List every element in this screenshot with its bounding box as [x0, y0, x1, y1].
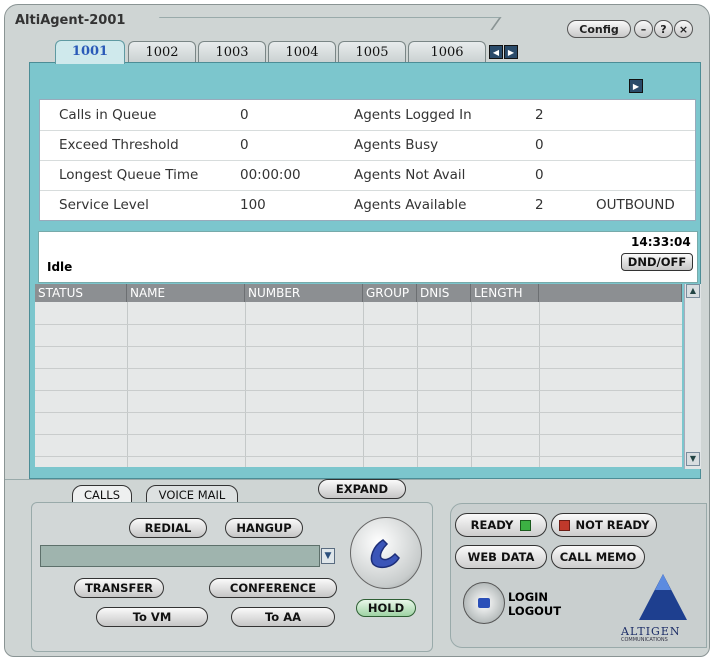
login-toggle[interactable] — [463, 582, 505, 624]
dnd-button[interactable]: DND/OFF — [621, 253, 693, 271]
queue-stats: Calls in Queue 0 Agents Logged In 2 Exce… — [39, 99, 696, 221]
expand-button[interactable]: EXPAND — [318, 479, 406, 499]
agent-status-area: Idle 14:33:04 DND/OFF — [38, 231, 698, 283]
table-row-line — [35, 324, 682, 325]
number-combo[interactable] — [40, 545, 320, 567]
grid-line — [245, 302, 246, 467]
tab-1003[interactable]: 1003 — [198, 41, 266, 63]
stats-row: Service Level 100 Agents Available 2 OUT… — [40, 190, 695, 220]
tab-1006[interactable]: 1006 — [408, 41, 486, 63]
grid-line — [363, 302, 364, 467]
table-row-line — [35, 456, 682, 457]
stat-label: Calls in Queue — [59, 107, 157, 123]
not-ready-led-icon — [558, 520, 570, 531]
column-length[interactable]: LENGTH — [471, 284, 539, 302]
tab-1005[interactable]: 1005 — [338, 41, 406, 63]
column-dnis[interactable]: DNIS — [417, 284, 471, 302]
grid-line — [417, 302, 418, 467]
stat-value: 0 — [240, 107, 249, 123]
ready-button[interactable]: READY — [455, 513, 547, 537]
hold-button[interactable]: HOLD — [356, 599, 416, 617]
chevron-down-icon[interactable]: ▼ — [321, 548, 335, 564]
stat-value: 00:00:00 — [240, 167, 301, 183]
web-data-button[interactable]: WEB DATA — [455, 545, 547, 569]
call-controls: REDIAL HANGUP ▼ TRANSFER CONFERENCE To V… — [31, 502, 433, 652]
ready-led-icon — [520, 520, 532, 531]
tab-1004[interactable]: 1004 — [268, 41, 336, 63]
table-row-line — [35, 390, 682, 391]
grid-line — [127, 302, 128, 467]
not-ready-label: NOT READY — [575, 518, 650, 532]
calls-table: STATUS NAME NUMBER GROUP DNIS LENGTH — [35, 284, 682, 467]
column-group[interactable]: GROUP — [363, 284, 417, 302]
column-filler — [539, 284, 682, 302]
to-vm-button[interactable]: To VM — [96, 607, 208, 627]
stat-value: 2 — [535, 107, 544, 123]
agent-window: AltiAgent-2001 Config – ? × 1001 1002 10… — [4, 4, 710, 657]
tab-1001[interactable]: 1001 — [55, 40, 125, 64]
stats-row: Exceed Threshold 0 Agents Busy 0 — [40, 130, 695, 161]
column-status[interactable]: STATUS — [35, 284, 127, 302]
stat-value: 100 — [240, 197, 266, 213]
title-rail — [150, 17, 502, 30]
help-button[interactable]: ? — [654, 20, 673, 38]
table-row-line — [35, 346, 682, 347]
stat-label: Exceed Threshold — [59, 137, 179, 153]
tab-1002[interactable]: 1002 — [128, 41, 196, 63]
login-led-icon — [478, 598, 490, 608]
phone-icon — [370, 539, 400, 569]
stat-value: 0 — [535, 167, 544, 183]
stat-label: Agents Logged In — [354, 107, 472, 123]
grid-line — [539, 302, 540, 467]
conference-button[interactable]: CONFERENCE — [209, 578, 337, 598]
column-name[interactable]: NAME — [127, 284, 245, 302]
table-scrollbar[interactable]: ▲ ▼ — [684, 284, 701, 469]
column-number[interactable]: NUMBER — [245, 284, 363, 302]
login-label: LOGIN — [508, 590, 549, 604]
outbound-label: OUTBOUND — [596, 197, 675, 213]
logout-label: LOGOUT — [508, 604, 562, 618]
altigen-logo-icon — [639, 574, 687, 620]
scroll-up-icon[interactable]: ▲ — [686, 284, 700, 298]
table-row-line — [35, 434, 682, 435]
panel-next-icon[interactable]: ▶ — [629, 79, 643, 93]
call-memo-button[interactable]: CALL MEMO — [551, 545, 645, 569]
not-ready-button[interactable]: NOT READY — [551, 513, 657, 537]
stat-value: 0 — [535, 137, 544, 153]
stat-label: Service Level — [59, 197, 149, 213]
redial-button[interactable]: REDIAL — [129, 518, 207, 538]
table-row-line — [35, 412, 682, 413]
config-button[interactable]: Config — [567, 20, 631, 38]
transfer-button[interactable]: TRANSFER — [74, 578, 164, 598]
clock-time: 14:33:04 — [631, 235, 691, 249]
stat-label: Agents Not Avail — [354, 167, 466, 183]
stat-label: Agents Available — [354, 197, 467, 213]
tab-scroll-right-icon[interactable]: ▶ — [504, 45, 518, 59]
dial-button[interactable] — [350, 517, 422, 589]
stat-label: Longest Queue Time — [59, 167, 199, 183]
stat-value: 0 — [240, 137, 249, 153]
tab-scroll-left-icon[interactable]: ◀ — [489, 45, 503, 59]
table-row-line — [35, 368, 682, 369]
app-title: AltiAgent-2001 — [15, 13, 126, 28]
stat-label: Agents Busy — [354, 137, 439, 153]
minimize-button[interactable]: – — [634, 20, 653, 38]
scroll-down-icon[interactable]: ▼ — [686, 452, 700, 466]
logo-subtext: COMMUNICATIONS — [621, 637, 668, 643]
close-button[interactable]: × — [674, 20, 693, 38]
stats-row: Calls in Queue 0 Agents Logged In 2 — [40, 100, 695, 131]
stats-row: Longest Queue Time 00:00:00 Agents Not A… — [40, 160, 695, 191]
stat-value: 2 — [535, 197, 544, 213]
agent-controls: READY NOT READY WEB DATA CALL MEMO LOGIN… — [450, 503, 707, 648]
grid-line — [471, 302, 472, 467]
to-aa-button[interactable]: To AA — [231, 607, 335, 627]
agent-state: Idle — [47, 260, 73, 274]
ready-label: READY — [470, 518, 514, 532]
hangup-button[interactable]: HANGUP — [225, 518, 303, 538]
